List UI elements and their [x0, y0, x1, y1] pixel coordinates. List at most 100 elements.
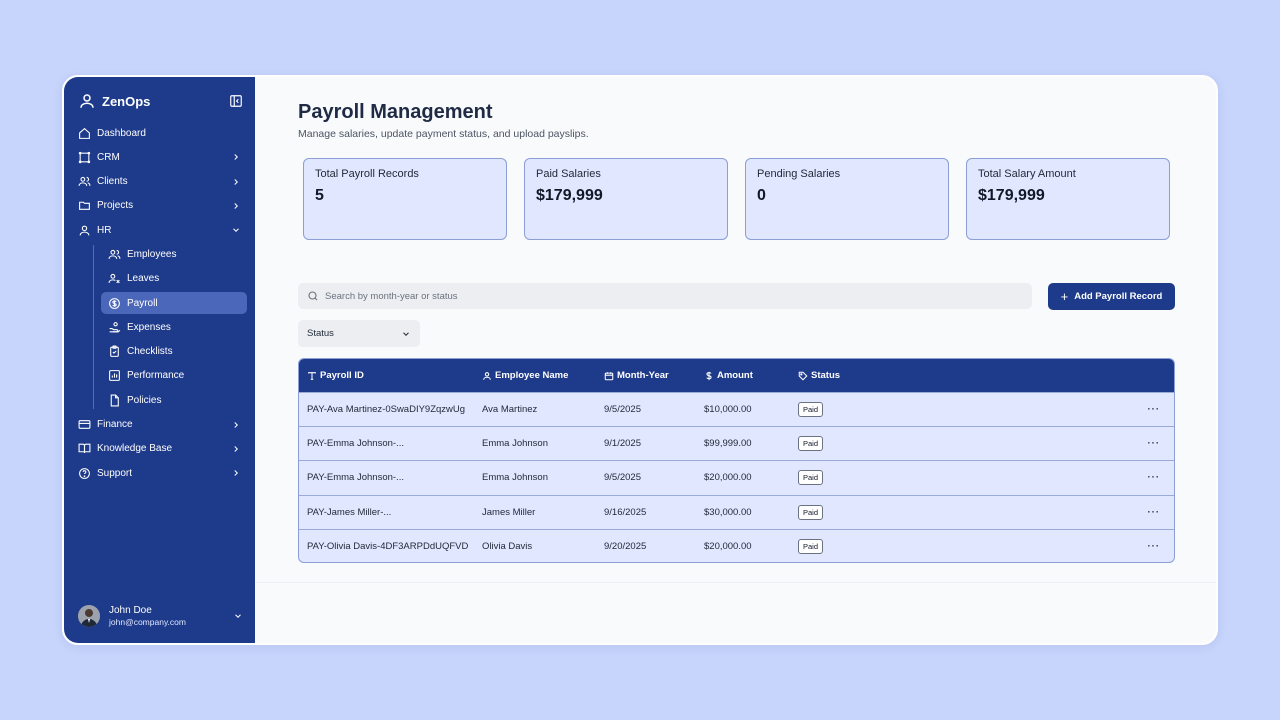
- coins-hand-icon: [108, 321, 121, 334]
- sidebar-item-projects[interactable]: Projects: [72, 195, 247, 217]
- chevron-right-icon: [231, 444, 241, 454]
- sidebar-item-crm[interactable]: CRM: [72, 146, 247, 168]
- sidebar-item-label: Performance: [127, 370, 185, 382]
- sidebar-item-dashboard[interactable]: Dashboard: [72, 122, 247, 144]
- main-panel: Payroll Management Manage salaries, upda…: [255, 77, 1216, 583]
- chevron-right-icon: [231, 201, 241, 211]
- sidebar-item-label: Expenses: [127, 321, 171, 333]
- sidebar-item-knowledge-base[interactable]: Knowledge Base: [72, 438, 247, 460]
- sidebar-item-expenses[interactable]: Expenses: [101, 316, 247, 338]
- sidebar-item-support[interactable]: Support: [72, 462, 247, 484]
- sidebar-item-label: Clients: [97, 176, 128, 188]
- row-actions-menu[interactable]: ···: [1128, 404, 1174, 415]
- cell-payroll-id: PAY-Olivia Davis-4DF3ARPDdUQFVD: [307, 540, 469, 552]
- sidebar-item-label: Knowledge Base: [97, 443, 173, 455]
- book-open-icon: [78, 442, 91, 455]
- header-employee-name[interactable]: Employee Name: [482, 370, 604, 381]
- sidebar-item-policies[interactable]: Policies: [101, 389, 247, 411]
- cell-month-year: 9/5/2025: [604, 404, 641, 416]
- sidebar-item-finance[interactable]: Finance: [72, 414, 247, 436]
- cell-status: Paid: [798, 436, 1128, 452]
- table-row[interactable]: PAY-James Miller-... James Miller 9/16/2…: [299, 494, 1174, 529]
- cell-month-year: 9/16/2025: [604, 506, 647, 518]
- sidebar-item-checklists[interactable]: Checklists: [101, 341, 247, 363]
- table-row[interactable]: PAY-Emma Johnson-... Emma Johnson 9/5/20…: [299, 460, 1174, 494]
- user-profile[interactable]: John Doe john@company.com: [78, 603, 243, 629]
- search-input[interactable]: [325, 290, 1005, 302]
- cell-amount: $99,999.00: [704, 438, 752, 450]
- sidebar-item-payroll[interactable]: Payroll: [101, 292, 247, 315]
- sidebar-item-leaves[interactable]: Leaves: [101, 268, 247, 290]
- header-status[interactable]: Status: [798, 370, 1128, 381]
- cell-payroll-id: PAY-Emma Johnson-...: [307, 472, 404, 484]
- tag-icon: [798, 371, 808, 381]
- status-badge: Paid: [798, 402, 824, 418]
- sidebar-item-label: CRM: [97, 151, 120, 163]
- stat-label: Total Salary Amount: [978, 168, 1076, 180]
- user-info: John Doe john@company.com: [109, 605, 186, 627]
- collapse-sidebar-icon[interactable]: [229, 94, 243, 108]
- cell-amount: $10,000.00: [704, 404, 752, 416]
- header-month-year[interactable]: Month-Year: [604, 370, 704, 381]
- sidebar-item-label: HR: [97, 224, 112, 236]
- users-icon: [108, 248, 121, 261]
- add-payroll-record-button[interactable]: + Add Payroll Record: [1048, 283, 1175, 310]
- header-label: Amount: [717, 370, 753, 381]
- cell-payroll-id: PAY-James Miller-...: [307, 506, 392, 518]
- add-button-label: Add Payroll Record: [1074, 291, 1163, 302]
- avatar: [78, 605, 100, 627]
- cell-status: Paid: [798, 504, 1128, 520]
- chevron-right-icon: [231, 152, 241, 162]
- row-actions-menu[interactable]: ···: [1128, 541, 1174, 552]
- brand-name: ZenOps: [102, 93, 151, 109]
- user-icon: [78, 224, 91, 237]
- table-row[interactable]: PAY-Emma Johnson-... Emma Johnson 9/1/20…: [299, 426, 1174, 460]
- text-icon: [307, 371, 317, 381]
- status-badge: Paid: [798, 504, 824, 520]
- calendar-icon: [604, 371, 614, 381]
- cell-employee-name: Emma Johnson: [482, 472, 549, 484]
- stat-label: Total Payroll Records: [315, 168, 419, 180]
- chevron-right-icon: [231, 177, 241, 187]
- sidebar-nav: Dashboard CRM Clients Projects HR Employ…: [72, 122, 247, 486]
- cell-employee-name: Ava Martinez: [482, 404, 538, 416]
- stat-value: 5: [315, 187, 324, 204]
- search-bar: [298, 283, 1032, 309]
- header-amount[interactable]: Amount: [704, 370, 798, 381]
- status-filter-label: Status: [307, 328, 334, 339]
- brand: ZenOps: [78, 90, 243, 112]
- file-icon: [108, 394, 121, 407]
- sidebar-item-performance[interactable]: Performance: [101, 365, 247, 387]
- row-actions-menu[interactable]: ···: [1128, 507, 1174, 518]
- table-row[interactable]: PAY-Olivia Davis-4DF3ARPDdUQFVD Olivia D…: [299, 528, 1174, 562]
- hr-submenu: Employees Leaves Payroll Expenses Checkl…: [93, 243, 247, 411]
- user-icon: [78, 92, 96, 110]
- cell-payroll-id: PAY-Emma Johnson-...: [307, 438, 404, 450]
- status-filter-select[interactable]: Status: [298, 320, 420, 347]
- table-header: Payroll ID Employee Name Month-Year Amou…: [299, 359, 1174, 392]
- stat-value: 0: [757, 187, 766, 204]
- folder-icon: [78, 199, 91, 212]
- row-actions-menu[interactable]: ···: [1128, 438, 1174, 449]
- cell-status: Paid: [798, 470, 1128, 486]
- table-row[interactable]: PAY-Ava Martinez-0SwaDIY9ZqzwUg Ava Mart…: [299, 392, 1174, 426]
- cell-status: Paid: [798, 402, 1128, 418]
- sidebar-item-clients[interactable]: Clients: [72, 171, 247, 193]
- status-badge: Paid: [798, 470, 824, 486]
- cell-employee-name: Emma Johnson: [482, 438, 549, 450]
- clipboard-check-icon: [108, 345, 121, 358]
- page-title: Payroll Management: [298, 101, 493, 123]
- header-payroll-id[interactable]: Payroll ID: [299, 370, 482, 381]
- sidebar-item-label: Payroll: [127, 297, 158, 309]
- payroll-table: Payroll ID Employee Name Month-Year Amou…: [298, 358, 1175, 563]
- page-subtitle: Manage salaries, update payment status, …: [298, 128, 589, 140]
- row-actions-menu[interactable]: ···: [1128, 472, 1174, 483]
- cell-amount: $30,000.00: [704, 506, 752, 518]
- chevron-down-icon[interactable]: [233, 611, 243, 621]
- sidebar-item-hr[interactable]: HR: [72, 219, 247, 241]
- sidebar-item-label: Dashboard: [97, 127, 146, 139]
- sidebar-item-employees[interactable]: Employees: [101, 243, 247, 265]
- chevron-right-icon: [231, 420, 241, 430]
- chevron-right-icon: [231, 468, 241, 478]
- bar-chart-icon: [108, 369, 121, 382]
